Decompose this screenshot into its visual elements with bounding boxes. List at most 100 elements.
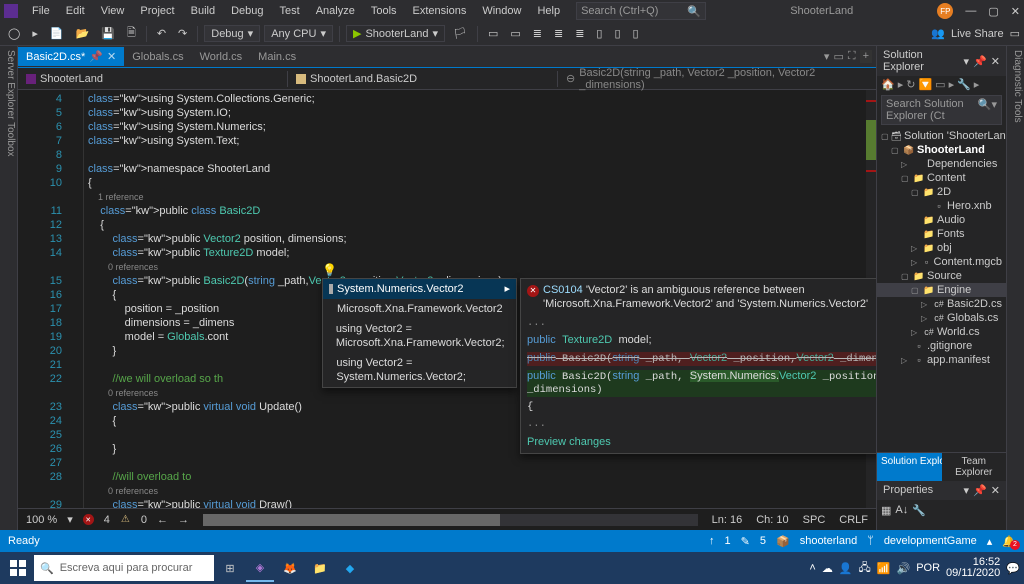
intellisense-item[interactable]: System.Numerics.Vector2▸ — [323, 279, 516, 299]
tray-wifi-icon[interactable]: 📶 — [877, 562, 891, 575]
tb-icon-8[interactable]: ▯ — [610, 25, 624, 42]
tab-globals-cs[interactable]: Globals.cs — [124, 48, 191, 66]
taskbar-app-vscode[interactable]: ◆ — [336, 554, 364, 582]
menu-test[interactable]: Test — [272, 3, 308, 19]
solution-explorer-header[interactable]: Solution Explorer ▾📌✕ — [877, 46, 1006, 76]
intellisense-item[interactable]: using Vector2 = System.Numerics.Vector2; — [323, 353, 516, 387]
se-sync-icon[interactable]: ↻ — [906, 78, 915, 91]
tab-basic2d[interactable]: Basic2D.cs*📌✕ — [18, 47, 124, 66]
close-button[interactable]: ✕ — [1011, 5, 1020, 18]
prop-dropdown-icon[interactable]: ▾ — [964, 484, 970, 497]
maximize-button[interactable]: ▢ — [988, 5, 998, 18]
se-node--gitignore[interactable]: ▫.gitignore — [877, 339, 1006, 353]
se-node-obj[interactable]: ▷📁obj — [877, 241, 1006, 255]
undo-icon[interactable]: ↶ — [153, 25, 170, 42]
tab-overflow-icon[interactable]: ▾ — [824, 50, 830, 63]
zoom-level[interactable]: 100 % — [26, 514, 57, 526]
code-content[interactable]: 💡 System.Numerics.Vector2▸Microsoft.Xna.… — [84, 90, 866, 508]
repo-icon[interactable]: 📦 — [776, 535, 790, 548]
tray-overflow-icon[interactable]: ˄ — [809, 562, 815, 574]
left-tool-strip[interactable]: Server Explorer Toolbox — [0, 46, 18, 530]
error-count-icon[interactable]: ✕ — [83, 514, 94, 525]
se-filter-icon[interactable]: 🔽 — [918, 78, 932, 91]
unpushed-commits-icon[interactable]: ✎ — [741, 535, 750, 548]
tb-icon-1[interactable]: 🏳 — [449, 25, 471, 42]
se-pin-icon[interactable]: 📌 — [973, 55, 987, 68]
lightbulb-icon[interactable]: 💡 — [322, 263, 337, 277]
tray-network-icon[interactable]: 🖧 — [859, 559, 871, 578]
warning-count-icon[interactable]: ⚠ — [120, 514, 131, 525]
solution-explorer-search[interactable]: Search Solution Explorer (Ct🔍▾ — [881, 95, 1002, 125]
nav-fwd-status[interactable]: → — [178, 514, 189, 526]
menu-debug[interactable]: Debug — [223, 3, 271, 19]
solution-root[interactable]: ▢🗃Solution 'ShooterLand' (1 — [877, 129, 1006, 143]
menu-edit[interactable]: Edit — [58, 3, 93, 19]
tb-icon-4[interactable]: ≣ — [529, 25, 546, 42]
add-tab-icon[interactable]: + — [860, 50, 872, 63]
nav-type-dropdown[interactable]: ShooterLand.Basic2D — [288, 71, 558, 87]
task-view-icon[interactable]: ⊞ — [216, 554, 244, 582]
notification-badge[interactable]: 🔔2 — [1002, 535, 1016, 548]
quick-launch-search[interactable]: Search (Ctrl+Q) 🔍 — [576, 2, 706, 20]
taskbar-app-firefox[interactable]: 🦊 — [276, 554, 304, 582]
se-node-app-manifest[interactable]: ▷▫app.manifest — [877, 353, 1006, 367]
se-node-world-cs[interactable]: ▷c#World.cs — [877, 325, 1006, 339]
save-all-icon[interactable]: 🗎 — [123, 22, 140, 45]
se-node-shooterland[interactable]: ▢📦ShooterLand — [877, 143, 1006, 157]
se-node-audio[interactable]: 📁Audio — [877, 213, 1006, 227]
column-indicator[interactable]: Ch: 10 — [756, 514, 788, 526]
configuration-dropdown[interactable]: Debug▾ — [204, 25, 260, 42]
intellisense-item[interactable]: Microsoft.Xna.Framework.Vector2 — [323, 299, 516, 319]
horizontal-scrollbar[interactable] — [203, 514, 698, 526]
new-file-icon[interactable]: 📄 — [46, 25, 68, 42]
branch-icon[interactable]: ᛘ — [867, 535, 874, 547]
intellisense-item[interactable]: using Vector2 = Microsoft.Xna.Framework.… — [323, 319, 516, 353]
windows-search[interactable]: 🔍Escreva aqui para procurar — [34, 555, 214, 581]
pin-icon[interactable]: 📌 — [89, 50, 103, 63]
nav-member-dropdown[interactable]: ⊖Basic2D(string _path, Vector2 _position… — [558, 65, 876, 93]
nav-back-icon[interactable]: ◯ — [4, 25, 24, 42]
prop-pin-icon[interactable]: 📌 — [973, 484, 987, 497]
se-node-source[interactable]: ▢📁Source — [877, 269, 1006, 283]
tab-team-explorer[interactable]: Team Explorer — [942, 453, 1007, 481]
nav-fwd-icon[interactable]: ▸ — [28, 25, 42, 42]
minimize-button[interactable]: — — [965, 5, 976, 17]
preview-changes-link[interactable]: Preview changes — [527, 435, 876, 449]
line-ending-indicator[interactable]: CRLF — [839, 514, 868, 526]
se-showall-icon[interactable]: ▭ — [935, 78, 945, 91]
menu-view[interactable]: View — [93, 3, 133, 19]
se-node-globals-cs[interactable]: ▷c#Globals.cs — [877, 311, 1006, 325]
save-icon[interactable]: 💾 — [97, 25, 119, 42]
se-node-basic2d-cs[interactable]: ▷c#Basic2D.cs — [877, 297, 1006, 311]
menu-build[interactable]: Build — [183, 3, 223, 19]
open-file-icon[interactable]: 📂 — [72, 25, 94, 42]
tb-icon-5[interactable]: ≣ — [550, 25, 567, 42]
tab-solution-explorer[interactable]: Solution Explor... — [877, 453, 942, 481]
fullscreen-icon[interactable]: ⛶ — [848, 50, 856, 63]
close-tab-icon[interactable]: ✕ — [107, 50, 116, 63]
live-share-icon[interactable]: 👥 — [931, 27, 945, 40]
live-share-button[interactable]: Live Share — [951, 28, 1004, 40]
tray-language[interactable]: POR — [916, 562, 940, 574]
branch-name[interactable]: developmentGame — [884, 535, 977, 547]
tray-volume-icon[interactable]: 🔊 — [897, 562, 911, 575]
user-avatar[interactable]: FP — [937, 3, 953, 19]
menu-help[interactable]: Help — [529, 3, 568, 19]
taskbar-app-vs[interactable]: ◈ — [246, 554, 274, 582]
platform-dropdown[interactable]: Any CPU▾ — [264, 25, 333, 42]
tb-icon-3[interactable]: ▭ — [506, 25, 524, 42]
nav-project-dropdown[interactable]: ShooterLand — [18, 71, 288, 87]
start-debug-button[interactable]: ▶ShooterLand▾ — [346, 25, 445, 42]
menu-file[interactable]: File — [24, 3, 58, 19]
repo-name[interactable]: shooterland — [800, 535, 858, 547]
se-node-content[interactable]: ▢📁Content — [877, 171, 1006, 185]
tray-people-icon[interactable]: 👤 — [839, 562, 853, 575]
menu-window[interactable]: Window — [474, 3, 529, 19]
redo-icon[interactable]: ↷ — [174, 25, 191, 42]
pending-changes-icon[interactable]: ↑ — [709, 535, 715, 547]
line-indicator[interactable]: Ln: 16 — [712, 514, 743, 526]
se-node-fonts[interactable]: 📁Fonts — [877, 227, 1006, 241]
se-node-engine[interactable]: ▢📁Engine — [877, 283, 1006, 297]
solution-tree[interactable]: ▢🗃Solution 'ShooterLand' (1 ▢📦ShooterLan… — [877, 127, 1006, 452]
tab-world-cs[interactable]: World.cs — [192, 48, 251, 66]
